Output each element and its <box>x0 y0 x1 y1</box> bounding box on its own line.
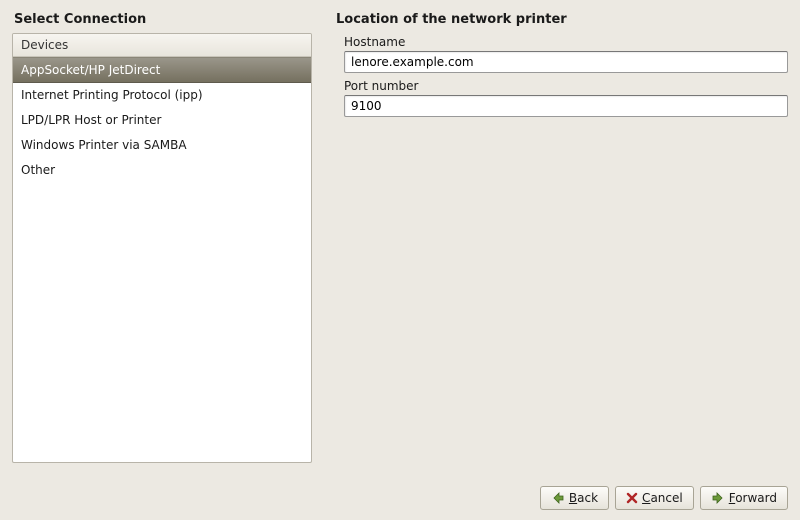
device-item-appsocket[interactable]: AppSocket/HP JetDirect <box>13 57 311 83</box>
port-row: Port number <box>336 79 788 117</box>
back-button[interactable]: Back <box>540 486 609 510</box>
dialog-button-bar: Back Cancel Forward <box>540 486 788 510</box>
hostname-label: Hostname <box>344 35 788 49</box>
dialog-content: Select Connection Devices AppSocket/HP J… <box>0 0 800 475</box>
forward-button-label: Forward <box>729 491 777 505</box>
device-list-header[interactable]: Devices <box>13 34 311 57</box>
device-item-ipp[interactable]: Internet Printing Protocol (ipp) <box>13 83 311 108</box>
connection-title: Select Connection <box>12 12 312 27</box>
device-item-lpd[interactable]: LPD/LPR Host or Printer <box>13 108 311 133</box>
device-list[interactable]: Devices AppSocket/HP JetDirect Internet … <box>12 33 312 463</box>
device-item-other[interactable]: Other <box>13 158 311 183</box>
port-label: Port number <box>344 79 788 93</box>
connection-panel: Select Connection Devices AppSocket/HP J… <box>12 12 312 463</box>
hostname-row: Hostname <box>336 35 788 73</box>
printer-location-panel: Location of the network printer Hostname… <box>336 12 788 463</box>
port-input[interactable] <box>344 95 788 117</box>
close-icon <box>626 492 638 504</box>
location-title: Location of the network printer <box>336 12 788 27</box>
back-button-label: Back <box>569 491 598 505</box>
arrow-right-icon <box>711 491 725 505</box>
hostname-input[interactable] <box>344 51 788 73</box>
forward-button[interactable]: Forward <box>700 486 788 510</box>
device-item-samba[interactable]: Windows Printer via SAMBA <box>13 133 311 158</box>
cancel-button[interactable]: Cancel <box>615 486 694 510</box>
cancel-button-label: Cancel <box>642 491 683 505</box>
arrow-left-icon <box>551 491 565 505</box>
